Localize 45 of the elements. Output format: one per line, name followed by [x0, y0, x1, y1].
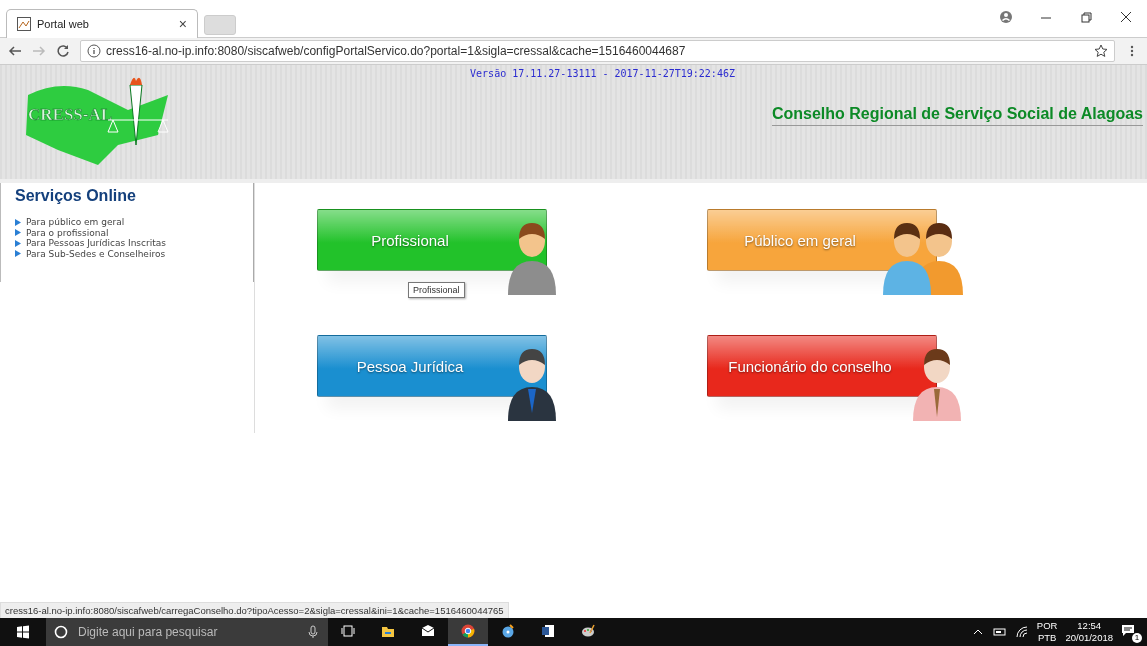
close-icon[interactable] [1119, 10, 1133, 24]
sidebar-title: Serviços Online [15, 187, 137, 205]
folder-icon [381, 624, 395, 638]
restore-icon[interactable] [1079, 10, 1093, 24]
info-icon [87, 44, 101, 58]
document-icon [541, 624, 555, 638]
browser-tab[interactable]: Portal web × [6, 9, 198, 38]
tab-title: Portal web [37, 18, 90, 30]
back-icon[interactable] [8, 44, 22, 58]
taskbar-app-button[interactable] [448, 618, 488, 646]
version-text: Versão 17.11.27-13111 - 2017-11-27T19:22:46Z [470, 68, 735, 79]
browser-icon [461, 624, 475, 638]
address-bar[interactable]: cress16-al.no-ip.info:8080/siscafweb/configPortalServico.do?portal=1&sigla=cressal&cache=1516460044687 [80, 40, 1115, 62]
clock-time[interactable]: 12:54 [1077, 620, 1102, 632]
star-icon[interactable] [1094, 44, 1108, 58]
windows-start-icon[interactable] [16, 625, 30, 639]
palette-icon [581, 624, 595, 638]
service-tile-button[interactable]: Funcionário do conselho [707, 335, 937, 397]
microphone-icon[interactable] [306, 625, 320, 639]
sidebar-link[interactable]: Para o profissional [15, 227, 253, 238]
notification-button[interactable]: 1 [1121, 624, 1139, 640]
status-url: cress16-al.no-ip.info:8080/siscafweb/carregaConselho.do?tipoAcesso=2&sigla=cressal&ini=1&cache=1516460044765 [0, 602, 509, 618]
sidebar-link[interactable]: Para Pessoas Jurídicas Inscritas [15, 238, 253, 249]
tooltip: Profissional [408, 282, 465, 298]
sidebar-link[interactable]: Para Sub-Sedes e Conselheiros [15, 248, 253, 259]
mail-icon [421, 624, 435, 638]
disc-icon [501, 624, 515, 638]
task-view-icon [341, 624, 355, 638]
wifi-icon[interactable] [1014, 625, 1029, 639]
taskbar-search-box[interactable]: Digite aqui para pesquisar [46, 618, 328, 646]
tab-close-button[interactable]: × [178, 16, 187, 32]
page-favicon-icon [17, 17, 31, 31]
search-input[interactable]: Digite aqui para pesquisar [76, 624, 298, 640]
language-indicator[interactable]: POR [1036, 620, 1058, 632]
notification-count: 1 [1132, 633, 1142, 643]
clock-date[interactable]: 20/01/2018 [1065, 632, 1113, 644]
message-icon [1121, 624, 1135, 637]
language-indicator[interactable]: PTB [1037, 632, 1057, 644]
sidebar-link[interactable]: Para público em geral [15, 217, 253, 228]
battery-icon[interactable] [992, 625, 1007, 639]
reload-icon[interactable] [56, 44, 70, 58]
url-text: cress16-al.no-ip.info:8080/siscafweb/configPortalServico.do?portal=1&sigla=cressal&cache=1516460044687 [106, 44, 687, 58]
profile-icon[interactable] [999, 10, 1013, 24]
cortana-circle-icon [54, 625, 68, 639]
organization-title: Conselho Regional de Serviço Social de Alagoas [771, 105, 1143, 126]
